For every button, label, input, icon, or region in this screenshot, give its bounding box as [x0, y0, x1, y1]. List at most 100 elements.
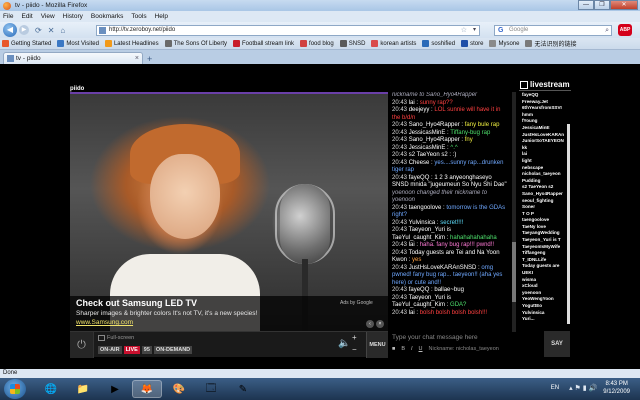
minimize-button[interactable]: —: [578, 0, 594, 10]
menu-view[interactable]: View: [41, 13, 55, 20]
google-icon[interactable]: G: [498, 26, 503, 35]
user-list-item[interactable]: Sano_Hyo4Rapper: [522, 191, 568, 198]
forward-button[interactable]: ▶: [19, 25, 29, 35]
user-list-item[interactable]: light: [522, 158, 568, 165]
chat-scrollbar[interactable]: [512, 92, 516, 332]
ads-by-google[interactable]: Ads by Google: [340, 300, 373, 306]
user-list-item[interactable]: TaeyeonIsMyWife: [522, 244, 568, 251]
chat-input[interactable]: Type your chat message here: [390, 331, 540, 345]
user-list-item[interactable]: 6thYearsfromSSVI: [522, 105, 568, 112]
volume-icon[interactable]: 🔈: [338, 338, 350, 349]
say-button[interactable]: SAY: [544, 331, 570, 357]
user-list-item[interactable]: lai: [522, 151, 568, 158]
back-button[interactable]: ◀: [3, 23, 17, 37]
user-list-item[interactable]: UEKI: [522, 270, 568, 277]
tool-icon[interactable]: ✎: [228, 380, 258, 398]
search-icon[interactable]: ⌕: [605, 26, 609, 35]
bookmark-soshified[interactable]: soshified: [422, 40, 455, 47]
chat-username[interactable]: Today guests are Tei and Na Yoon Kwon :: [392, 250, 500, 264]
user-list-item[interactable]: nicholas_taeyeon: [522, 171, 568, 178]
bookmark-sons-of-liberty[interactable]: The Sons Of Liberty: [164, 40, 227, 47]
live-badge[interactable]: LIVE: [123, 346, 140, 354]
menu-help[interactable]: Help: [155, 13, 168, 20]
close-button[interactable]: ✕: [610, 0, 638, 10]
menu-file[interactable]: File: [3, 13, 13, 20]
bookmark-mysone[interactable]: Mysone: [489, 40, 519, 47]
ad-prev-icon[interactable]: ‹: [366, 320, 374, 328]
user-list-item[interactable]: s2 TaeYeon s2: [522, 184, 568, 191]
chat-username[interactable]: TaeYul_caught_Kim :: [392, 302, 448, 308]
tab-piido[interactable]: tv - piido ×: [3, 52, 143, 64]
user-list-item[interactable]: TaeNy love: [522, 224, 568, 231]
tab-close-icon[interactable]: ×: [135, 53, 139, 64]
bookmark-football-stream[interactable]: Football stream link: [233, 40, 294, 47]
ie-icon[interactable]: 🌐: [36, 380, 66, 398]
user-list-item[interactable]: Pudding: [522, 178, 568, 185]
user-list-item[interactable]: wisma: [522, 277, 568, 284]
on-air-badge[interactable]: ON-AIR: [98, 346, 122, 354]
start-button[interactable]: [4, 379, 26, 399]
bookmark-korean-artists[interactable]: korean artists: [371, 40, 416, 47]
url-bar[interactable]: http://tv.zeroboy.net/piido ☆ ▾: [96, 25, 480, 36]
color-swatch[interactable]: ■: [392, 346, 395, 352]
bookmark-star-icon[interactable]: ☆: [461, 26, 467, 35]
user-list-item[interactable]: taengoolove: [522, 217, 568, 224]
media-player-icon[interactable]: ▶: [100, 380, 130, 398]
user-list-item[interactable]: nebscape: [522, 165, 568, 172]
chat-username[interactable]: Taeyeon_Yuri is: [409, 295, 451, 301]
chat-username[interactable]: Taeyeon_Yuri is: [409, 227, 451, 233]
ad-url[interactable]: www.Samsung.com: [76, 319, 133, 326]
user-list-item[interactable]: seoul_fighting: [522, 198, 568, 205]
user-list-item[interactable]: Freeway.Jet: [522, 99, 568, 106]
ad-title[interactable]: Check out Samsung LED TV: [76, 298, 197, 308]
user-list-item[interactable]: JuniorSoTAEYEON: [522, 138, 568, 145]
clock[interactable]: 8:43 PM 9/12/2009: [603, 380, 630, 396]
power-icon[interactable]: ⏻: [70, 332, 94, 358]
chat-username[interactable]: lai :: [409, 310, 418, 316]
chat-username[interactable]: JessicasMinE :: [409, 130, 449, 136]
url-dropdown-icon[interactable]: ▾: [473, 26, 476, 35]
search-box[interactable]: G Google ⌕: [494, 25, 612, 36]
user-list-item[interactable]: kk: [522, 145, 568, 152]
underline-button[interactable]: U: [419, 346, 423, 352]
user-list-item[interactable]: xCloud: [522, 283, 568, 290]
reload-icon[interactable]: ⟳: [35, 26, 42, 35]
chat-username[interactable]: Sano_Hyo4Rapper :: [409, 137, 463, 143]
new-tab-button[interactable]: +: [147, 54, 152, 64]
player-menu-button[interactable]: MENU: [366, 332, 388, 358]
nickname-label[interactable]: Nickname: nicholas_taeyeon: [429, 346, 499, 352]
adblock-button[interactable]: ABP: [618, 24, 632, 36]
user-list-item[interactable]: T O P: [522, 211, 568, 218]
chat-username[interactable]: taengoolove :: [409, 205, 445, 211]
user-list-item[interactable]: T_IDNLLife: [522, 257, 568, 264]
chat-username[interactable]: lai :: [409, 100, 418, 106]
user-list-item[interactable]: YeoWengYoon: [522, 296, 568, 303]
chat-username[interactable]: Yulvinsica :: [409, 220, 439, 226]
menu-history[interactable]: History: [63, 13, 83, 20]
user-list-item[interactable]: Yulvinsica: [522, 310, 568, 317]
home-icon[interactable]: ⌂: [60, 26, 65, 35]
tray-icons[interactable]: ▴ ⚑ ▮ 🔊: [569, 384, 597, 392]
stop-icon[interactable]: ✕: [48, 26, 55, 35]
user-list-item[interactable]: Soner: [522, 204, 568, 211]
chat-username[interactable]: Sano_Hyo4Rapper :: [409, 122, 463, 128]
user-list-item[interactable]: Tiffangeng: [522, 250, 568, 257]
chat-username[interactable]: JessicasMinE :: [409, 145, 449, 151]
user-list-scrollbar[interactable]: [567, 124, 570, 324]
user-list-item[interactable]: Today guests are: [522, 263, 568, 270]
user-list-item[interactable]: yoenoon: [522, 290, 568, 297]
bold-button[interactable]: B: [401, 346, 405, 352]
user-list-item[interactable]: fayeQQ: [522, 92, 568, 99]
paint-icon[interactable]: 🎨: [164, 380, 194, 398]
bookmark-food-blog[interactable]: food blog: [300, 40, 334, 47]
chat-username[interactable]: fayeQQ :: [409, 287, 433, 293]
chat-username[interactable]: Cheese :: [409, 160, 433, 166]
explorer-icon[interactable]: 📁: [68, 380, 98, 398]
fullscreen-toggle[interactable]: Full-screen: [98, 335, 134, 341]
bookmark-getting-started[interactable]: Getting Started: [2, 40, 51, 47]
user-list-item[interactable]: Yuri...: [522, 316, 568, 323]
user-list-item[interactable]: JustHsLoveKARAn: [522, 132, 568, 139]
firefox-taskbar-icon[interactable]: 🦊: [132, 380, 162, 398]
chat-username[interactable]: TaeYul_caught_Kim :: [392, 235, 448, 241]
on-demand-badge[interactable]: ON-DEMAND: [153, 346, 193, 354]
